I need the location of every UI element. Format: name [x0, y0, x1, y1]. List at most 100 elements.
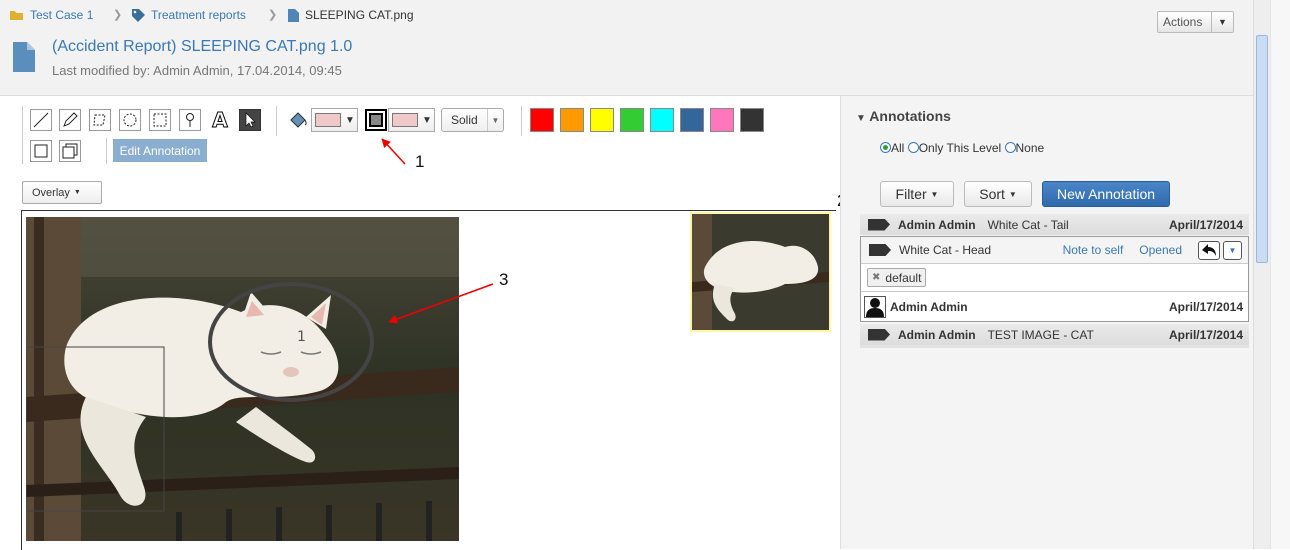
rectangle-select-tool-button[interactable] — [149, 109, 171, 131]
breadcrumb-current-file: SLEEPING CAT.png — [288, 8, 414, 22]
line-tool-button[interactable] — [30, 109, 52, 131]
annotation-date: April/17/2014 — [1168, 217, 1243, 232]
pin-icon — [186, 113, 194, 127]
thumbnail-preview[interactable] — [690, 212, 831, 332]
cursor-icon — [245, 112, 256, 128]
tag-icon — [868, 328, 890, 341]
color-swatch[interactable] — [620, 108, 644, 132]
pointer-tool-button[interactable] — [239, 109, 261, 131]
text-icon: A — [212, 108, 229, 133]
shape-number-label: 1 — [297, 329, 306, 345]
actions-label: Actions — [1163, 15, 1203, 29]
radio-only-this-level[interactable] — [907, 142, 919, 153]
tag-icon — [132, 8, 145, 22]
radio-all-label: All — [891, 141, 905, 155]
breadcrumb-separator-icon: ❯ — [268, 9, 278, 21]
edit-annotation-button[interactable]: Edit Annotation — [113, 139, 207, 162]
reply-button[interactable] — [1198, 240, 1220, 260]
annotation-tags-row: ✖ default — [861, 264, 1248, 292]
tag-chip-default[interactable]: ✖ default — [867, 268, 927, 287]
filter-radio-group: All Only This Level None — [880, 141, 1044, 155]
breadcrumb-label: Test Case 1 — [30, 8, 94, 22]
title-text: (Accident Report) SLEEPING CAT.png — [52, 38, 326, 55]
list-bottom-shadow — [860, 345, 1249, 348]
color-swatch[interactable] — [710, 108, 734, 132]
toolbar-divider — [22, 106, 23, 164]
color-swatch[interactable] — [560, 108, 584, 132]
callout-1-label: 1 — [415, 152, 425, 171]
lasso-icon — [93, 114, 106, 126]
breadcrumb-separator-icon: ❯ — [113, 9, 123, 21]
page-title: (Accident Report) SLEEPING CAT.png 1.0 — [52, 38, 352, 56]
color-swatch[interactable] — [650, 108, 674, 132]
toolbar-divider — [276, 106, 277, 136]
scrollbar[interactable] — [1253, 0, 1270, 549]
toolbar-divider — [106, 138, 107, 164]
note-to-self-link[interactable]: Note to self — [1063, 243, 1124, 257]
annotation-expanded-header[interactable]: White Cat - Head Note to self Opened ▼ — [861, 237, 1248, 264]
stroke-color-dropdown[interactable]: ▼ — [388, 108, 435, 132]
sort-button[interactable]: Sort ▼ — [964, 181, 1032, 207]
new-annotation-button[interactable]: New Annotation — [1042, 181, 1170, 207]
document-icon — [13, 42, 35, 72]
rectangle-select-icon — [153, 113, 167, 127]
caret-down-icon: ▼ — [1008, 189, 1017, 199]
avatar — [864, 295, 886, 318]
line-style-dropdown[interactable]: Solid ▼ — [441, 108, 504, 132]
fill-color-dropdown[interactable]: ▼ — [311, 108, 358, 132]
duplicate-tool-button[interactable] — [59, 140, 81, 162]
annotation-row[interactable]: Admin Admin White Cat - Tail April/17/20… — [860, 214, 1249, 235]
scrollbar-thumb[interactable] — [1256, 35, 1268, 263]
text-tool-button[interactable]: A — [209, 108, 231, 133]
paint-bucket-icon — [290, 112, 307, 128]
overlay-dropdown[interactable]: Overlay ▼ — [22, 181, 102, 204]
filter-button[interactable]: Filter ▼ — [880, 181, 954, 207]
annotation-row[interactable]: Admin Admin TEST IMAGE - CAT April/17/20… — [860, 324, 1249, 345]
toolbar-divider — [521, 106, 522, 136]
lasso-tool-button[interactable] — [89, 109, 111, 131]
sort-label: Sort — [979, 186, 1005, 202]
tag-icon — [868, 218, 890, 231]
tag-label: default — [885, 270, 922, 285]
annotation-author: Admin Admin — [898, 217, 976, 232]
pin-tool-button[interactable] — [179, 109, 201, 131]
fill-color-swatch — [315, 113, 341, 127]
actions-dropdown[interactable]: Actions ▼ — [1157, 11, 1234, 33]
annotations-header[interactable]: ▼ Annotations — [856, 108, 951, 124]
caret-down-icon: ▼ — [930, 189, 939, 199]
radio-only-this-level-label: Only This Level — [918, 141, 1002, 155]
radio-none[interactable] — [1004, 142, 1016, 153]
status-link[interactable]: Opened — [1139, 243, 1182, 257]
square-tool-button[interactable] — [30, 140, 52, 162]
pencil-tool-button[interactable] — [59, 109, 81, 131]
annotations-panel — [840, 96, 1253, 549]
breadcrumb-test-case[interactable]: Test Case 1 — [10, 8, 93, 22]
file-icon — [288, 8, 299, 22]
stroke-color-swatch — [392, 113, 418, 127]
ellipse-tool-button[interactable] — [119, 109, 141, 131]
user-silhouette-icon — [866, 297, 884, 317]
stroke-style-button[interactable] — [365, 109, 387, 131]
annotation-author: Admin Admin — [898, 327, 976, 342]
caret-down-icon: ▼ — [73, 189, 81, 196]
annotation-title: White Cat - Tail — [987, 217, 1069, 232]
breadcrumb-treatment-reports[interactable]: Treatment reports — [132, 8, 246, 22]
remove-tag-icon[interactable]: ✖ — [872, 272, 880, 283]
color-swatch[interactable] — [590, 108, 614, 132]
cat-photo: 1 — [26, 217, 459, 541]
last-modified-text: Last modified by: Admin Admin, 17.04.201… — [52, 63, 342, 78]
caret-down-icon: ▼ — [345, 114, 355, 126]
caret-down-icon: ▼ — [1228, 245, 1237, 255]
collapse-triangle-icon: ▼ — [856, 113, 866, 124]
color-swatch[interactable] — [740, 108, 764, 132]
line-style-value: Solid — [451, 113, 478, 127]
color-swatch[interactable] — [680, 108, 704, 132]
more-options-button[interactable]: ▼ — [1223, 240, 1242, 260]
callout-1-arrow — [381, 138, 406, 165]
color-swatch[interactable] — [530, 108, 554, 132]
fill-bucket-button[interactable] — [287, 109, 309, 131]
annotation-title: White Cat - Head — [899, 243, 992, 257]
caret-down-icon: ▼ — [422, 114, 432, 126]
radio-all[interactable] — [880, 142, 891, 153]
duplicate-icon — [62, 143, 78, 159]
